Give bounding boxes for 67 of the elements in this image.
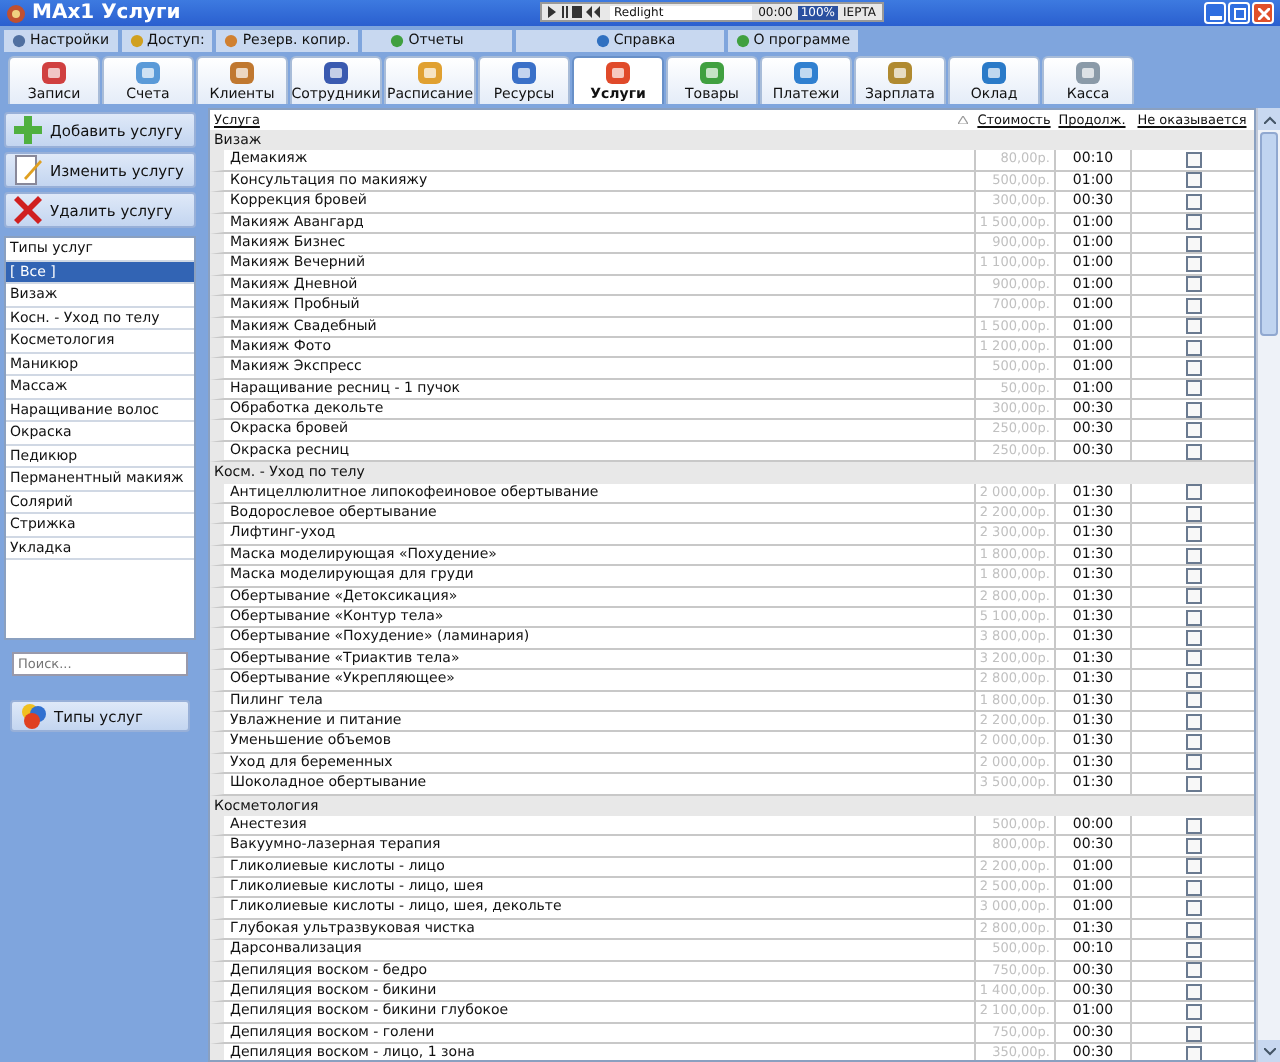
scroll-down-button[interactable] (1258, 1040, 1280, 1062)
checkbox[interactable] (1185, 547, 1201, 564)
checkbox[interactable] (1185, 713, 1201, 730)
circle-icon (224, 33, 239, 47)
checkbox[interactable] (1185, 692, 1201, 709)
scroll-up-button[interactable] (1258, 108, 1280, 130)
circle-icon (595, 33, 610, 47)
checkbox[interactable] (1185, 837, 1201, 854)
checkbox[interactable] (1185, 900, 1201, 917)
playback-controls-icon[interactable] (548, 6, 604, 18)
checkbox[interactable] (1185, 734, 1201, 751)
checkbox[interactable] (1185, 235, 1201, 252)
checkbox[interactable] (1185, 526, 1201, 543)
checkbox[interactable] (1185, 941, 1201, 958)
checkbox[interactable] (1185, 172, 1201, 189)
checkbox[interactable] (1185, 297, 1201, 314)
checkbox[interactable] (1185, 380, 1201, 397)
close-icon (1257, 7, 1269, 19)
checkbox[interactable] (1185, 276, 1201, 293)
checkbox[interactable] (1185, 360, 1201, 376)
chevron-up-icon (1263, 115, 1275, 123)
checkbox[interactable] (1185, 214, 1201, 231)
checkbox[interactable] (1185, 921, 1201, 938)
checkbox[interactable] (1185, 505, 1201, 522)
checkbox[interactable] (1185, 858, 1201, 875)
scroll-thumb[interactable] (1260, 132, 1278, 336)
checkbox[interactable] (1185, 983, 1201, 1000)
checkbox[interactable] (1185, 1045, 1201, 1060)
checkbox[interactable] (1185, 484, 1201, 501)
checkbox[interactable] (1185, 775, 1201, 792)
chevron-down-icon (1263, 1047, 1275, 1055)
checkbox[interactable] (1185, 193, 1201, 210)
checkbox[interactable] (1185, 443, 1201, 460)
scrollbar[interactable] (1256, 108, 1280, 1062)
checkbox[interactable] (1185, 256, 1201, 273)
checkbox[interactable] (1185, 879, 1201, 896)
checkbox[interactable] (1185, 817, 1201, 834)
checkbox[interactable] (1185, 650, 1201, 667)
checkbox[interactable] (1185, 671, 1201, 688)
circle-icon (390, 33, 405, 47)
checkbox[interactable] (1185, 609, 1201, 626)
minimize-button[interactable] (1204, 2, 1226, 24)
circle-icon (735, 33, 750, 47)
maximize-button[interactable] (1228, 2, 1250, 24)
checkbox[interactable] (1185, 630, 1201, 647)
checkbox[interactable] (1185, 152, 1201, 169)
checkbox[interactable] (1185, 962, 1201, 979)
checkbox[interactable] (1185, 339, 1201, 356)
checkbox[interactable] (1185, 422, 1201, 439)
checkbox[interactable] (1185, 754, 1201, 771)
checkbox[interactable] (1185, 401, 1201, 418)
pencil-icon (12, 154, 44, 186)
checkbox[interactable] (1185, 567, 1201, 584)
checkbox[interactable] (1185, 1004, 1201, 1021)
circle-icon (129, 33, 144, 47)
checkbox[interactable] (1185, 588, 1201, 605)
maximize-icon (1233, 7, 1245, 19)
sort-icon (958, 116, 968, 124)
plus-icon (12, 114, 44, 146)
checkbox[interactable] (1185, 318, 1201, 335)
circles-icon (20, 702, 48, 730)
window-title: MAx1 Услуги (32, 2, 181, 24)
cross-icon (12, 194, 44, 226)
circle-icon (12, 33, 26, 47)
app-icon (6, 3, 26, 23)
checkbox[interactable] (1185, 1025, 1201, 1041)
close-button[interactable] (1252, 2, 1274, 24)
